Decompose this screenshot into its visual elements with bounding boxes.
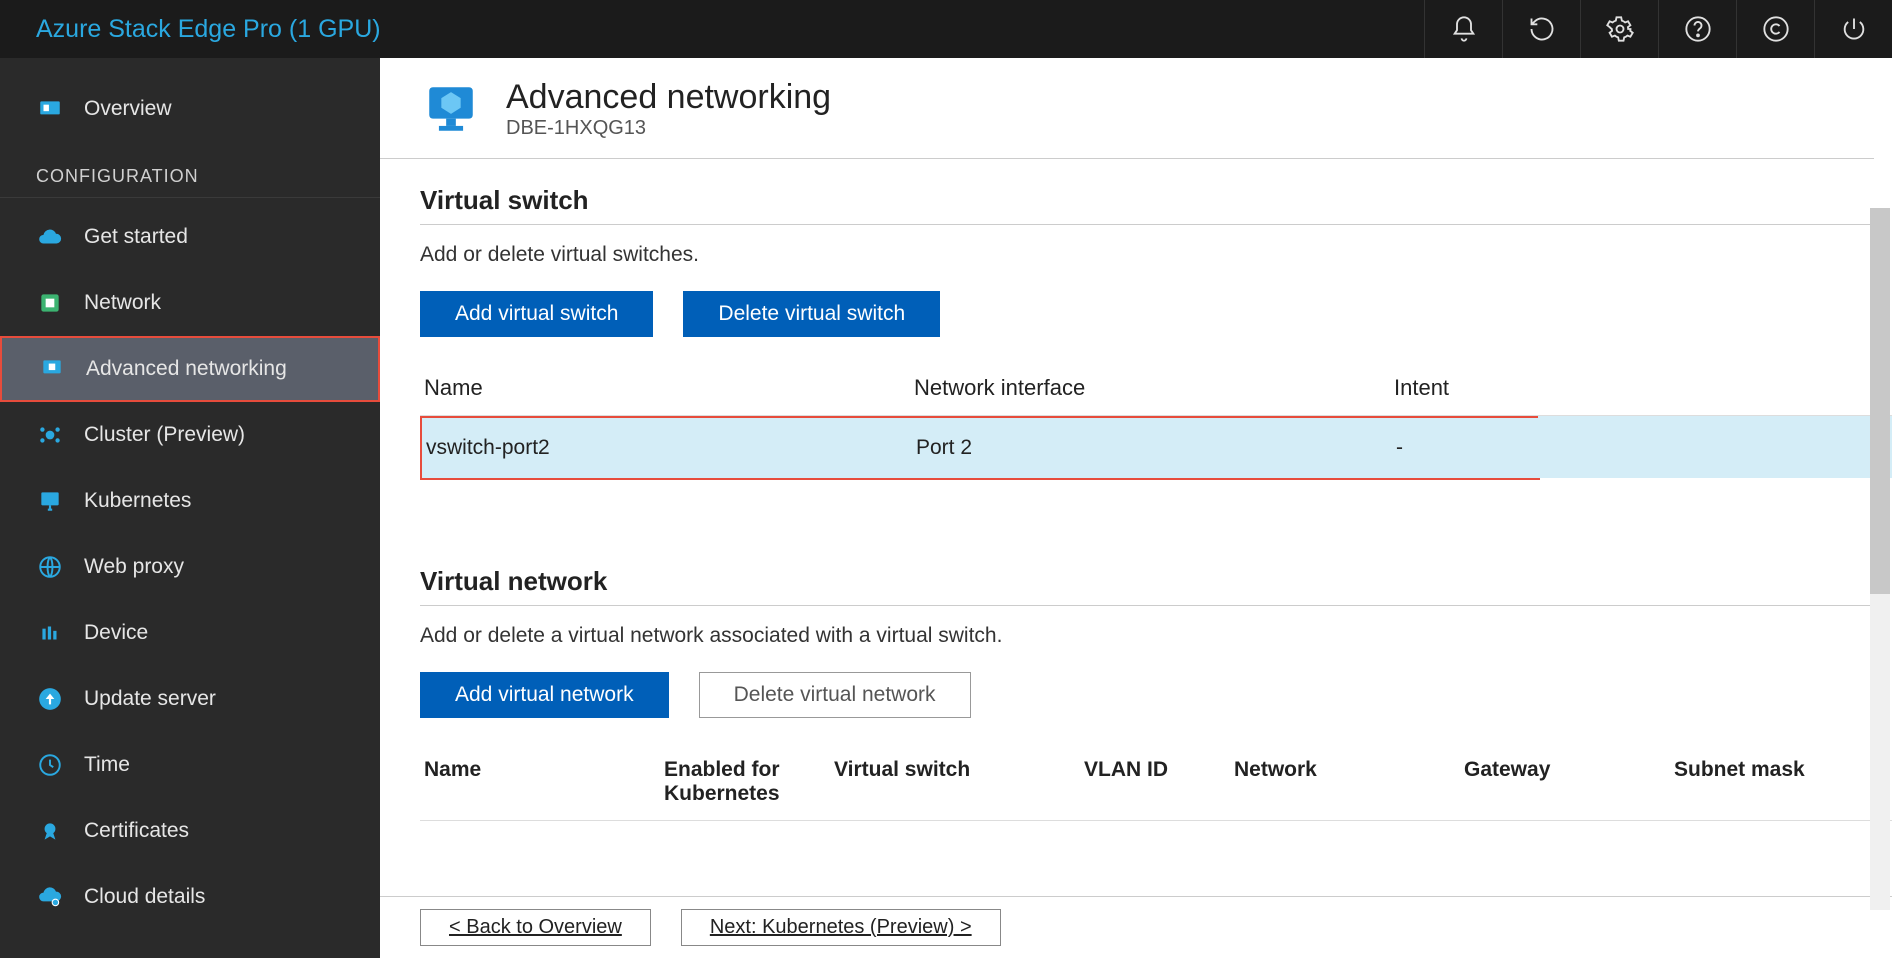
virtual-switch-desc: Add or delete virtual switches. bbox=[420, 243, 1892, 267]
col-intent: Intent bbox=[1394, 375, 1892, 401]
col-network: Network bbox=[1234, 758, 1464, 806]
globe-icon bbox=[36, 553, 64, 581]
clock-icon bbox=[36, 751, 64, 779]
device-icon bbox=[36, 619, 64, 647]
delete-virtual-switch-button[interactable]: Delete virtual switch bbox=[683, 291, 940, 337]
overview-icon bbox=[36, 95, 64, 123]
power-icon[interactable] bbox=[1814, 0, 1892, 58]
scrollbar[interactable] bbox=[1870, 208, 1890, 910]
sidebar-item-label: Network bbox=[84, 291, 161, 315]
page-header: Advanced networking DBE-1HXQG13 bbox=[380, 58, 1874, 159]
topbar: Azure Stack Edge Pro (1 GPU) bbox=[0, 0, 1892, 58]
sidebar-item-update-server[interactable]: Update server bbox=[0, 666, 380, 732]
certificate-icon bbox=[36, 817, 64, 845]
sidebar-item-kubernetes[interactable]: Kubernetes bbox=[0, 468, 380, 534]
sidebar-item-web-proxy[interactable]: Web proxy bbox=[0, 534, 380, 600]
sidebar: Overview CONFIGURATION Get started Netwo… bbox=[0, 58, 380, 958]
sidebar-section-configuration: CONFIGURATION bbox=[0, 142, 380, 198]
help-icon[interactable] bbox=[1658, 0, 1736, 58]
virtual-network-title: Virtual network bbox=[420, 566, 1892, 597]
sidebar-item-advanced-networking[interactable]: Advanced networking bbox=[0, 336, 380, 402]
back-to-overview-button[interactable]: < Back to Overview bbox=[420, 909, 651, 946]
col-vlan-id: VLAN ID bbox=[1084, 758, 1234, 806]
virtual-switch-table-header: Name Network interface Intent bbox=[420, 357, 1892, 416]
sidebar-item-cluster[interactable]: Cluster (Preview) bbox=[0, 402, 380, 468]
vs-nic: Port 2 bbox=[916, 436, 1396, 460]
sidebar-item-label: Advanced networking bbox=[86, 357, 287, 381]
sidebar-item-label: Time bbox=[84, 753, 130, 777]
col-network-interface: Network interface bbox=[914, 375, 1394, 401]
advanced-networking-icon bbox=[38, 355, 66, 383]
update-icon bbox=[36, 685, 64, 713]
sidebar-item-get-started[interactable]: Get started bbox=[0, 204, 380, 270]
sidebar-item-label: Web proxy bbox=[84, 555, 184, 579]
sidebar-item-time[interactable]: Time bbox=[0, 732, 380, 798]
sidebar-item-cloud-details[interactable]: Cloud details bbox=[0, 864, 380, 930]
main-scroll[interactable]: Virtual switch Add or delete virtual swi… bbox=[380, 159, 1892, 896]
page-title: Advanced networking bbox=[506, 78, 831, 117]
footer-nav: < Back to Overview Next: Kubernetes (Pre… bbox=[380, 896, 1892, 958]
kubernetes-icon bbox=[36, 487, 64, 515]
topbar-actions bbox=[1424, 0, 1892, 58]
cloud-gear-icon bbox=[36, 883, 64, 911]
scrollbar-thumb[interactable] bbox=[1870, 208, 1890, 594]
col-subnet-mask: Subnet mask bbox=[1674, 758, 1892, 806]
divider bbox=[420, 605, 1872, 606]
sidebar-item-certificates[interactable]: Certificates bbox=[0, 798, 380, 864]
page-subtitle: DBE-1HXQG13 bbox=[506, 117, 831, 140]
sidebar-item-label: Kubernetes bbox=[84, 489, 191, 513]
col-name: Name bbox=[424, 758, 664, 806]
vs-name: vswitch-port2 bbox=[426, 436, 916, 460]
sidebar-item-label: Cloud details bbox=[84, 885, 205, 909]
add-virtual-network-button[interactable]: Add virtual network bbox=[420, 672, 669, 718]
col-name: Name bbox=[424, 375, 914, 401]
next-kubernetes-button[interactable]: Next: Kubernetes (Preview) > bbox=[681, 909, 1001, 946]
virtual-switch-title: Virtual switch bbox=[420, 185, 1892, 216]
cloud-icon bbox=[36, 223, 64, 251]
sidebar-item-overview[interactable]: Overview bbox=[0, 76, 380, 142]
divider bbox=[420, 224, 1872, 225]
sidebar-item-label: Device bbox=[84, 621, 148, 645]
virtual-switch-row[interactable]: vswitch-port2 Port 2 - bbox=[420, 416, 1540, 480]
settings-icon[interactable] bbox=[1580, 0, 1658, 58]
virtual-network-table-header: Name Enabled for Kubernetes Virtual swit… bbox=[420, 738, 1892, 821]
sidebar-item-label: Overview bbox=[84, 97, 172, 121]
col-enabled-k8s: Enabled for Kubernetes bbox=[664, 758, 834, 806]
sidebar-item-label: Get started bbox=[84, 225, 188, 249]
virtual-switch-row-extension bbox=[1538, 416, 1892, 478]
sidebar-item-network[interactable]: Network bbox=[0, 270, 380, 336]
app-title: Azure Stack Edge Pro (1 GPU) bbox=[0, 15, 1424, 44]
sidebar-item-label: Update server bbox=[84, 687, 216, 711]
add-virtual-switch-button[interactable]: Add virtual switch bbox=[420, 291, 653, 337]
page-header-icon bbox=[420, 78, 482, 140]
col-gateway: Gateway bbox=[1464, 758, 1674, 806]
vs-intent: - bbox=[1396, 436, 1538, 460]
sidebar-item-label: Cluster (Preview) bbox=[84, 423, 245, 447]
copyright-icon[interactable] bbox=[1736, 0, 1814, 58]
sidebar-item-label: Certificates bbox=[84, 819, 189, 843]
refresh-icon[interactable] bbox=[1502, 0, 1580, 58]
delete-virtual-network-button[interactable]: Delete virtual network bbox=[699, 672, 971, 718]
col-virtual-switch: Virtual switch bbox=[834, 758, 1084, 806]
cluster-icon bbox=[36, 421, 64, 449]
sidebar-item-device[interactable]: Device bbox=[0, 600, 380, 666]
network-icon bbox=[36, 289, 64, 317]
notifications-icon[interactable] bbox=[1424, 0, 1502, 58]
main-content: Advanced networking DBE-1HXQG13 Virtual … bbox=[380, 58, 1892, 958]
virtual-network-desc: Add or delete a virtual network associat… bbox=[420, 624, 1892, 648]
